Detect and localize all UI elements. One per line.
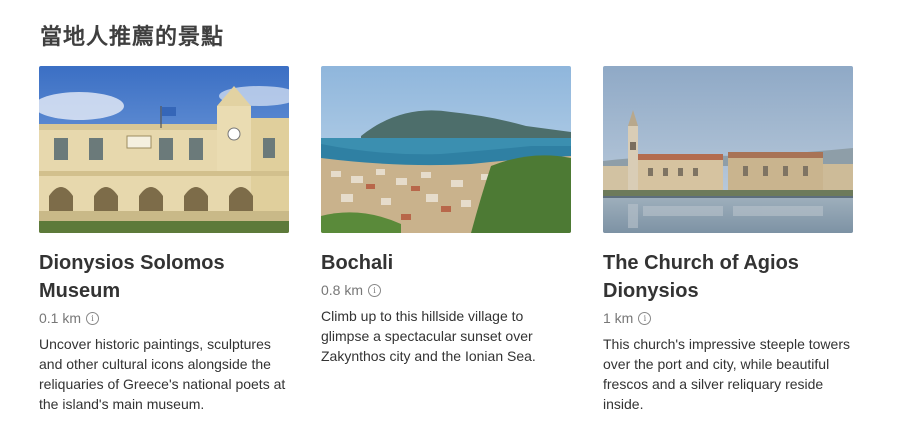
card-description: This church's impressive steeple towers … [603, 336, 850, 412]
attractions-list: Dionysios Solomos Museum 0.1 km i Uncove… [39, 66, 853, 414]
distance: 0.1 km i [39, 308, 289, 328]
card-title[interactable]: Dionysios Solomos Museum [39, 249, 289, 305]
attraction-card-museum[interactable]: Dionysios Solomos Museum 0.1 km i Uncove… [39, 66, 289, 414]
church-photo[interactable] [603, 66, 853, 233]
distance: 1 km i [603, 308, 853, 328]
distance-value: 1 km [603, 310, 634, 326]
info-icon[interactable]: i [638, 311, 652, 325]
card-description: Climb up to this hillside village to gli… [321, 308, 536, 364]
attraction-card-agios-dionysios[interactable]: The Church of Agios Dionysios 1 km i Thi… [603, 66, 853, 414]
card-description: Uncover historic paintings, sculptures a… [39, 336, 286, 412]
bochali-photo[interactable] [321, 66, 571, 233]
info-icon[interactable]: i [368, 283, 382, 297]
card-title[interactable]: Bochali [321, 249, 571, 277]
section-title: 當地人推薦的景點 [40, 25, 225, 50]
distance-value: 0.8 km [321, 282, 364, 298]
card-title[interactable]: The Church of Agios Dionysios [603, 249, 853, 305]
attraction-card-bochali[interactable]: Bochali 0.8 km i Climb up to this hillsi… [321, 66, 571, 414]
info-icon[interactable]: i [86, 311, 100, 325]
distance-value: 0.1 km [39, 310, 82, 326]
distance: 0.8 km i [321, 280, 571, 300]
museum-photo[interactable] [39, 66, 289, 233]
